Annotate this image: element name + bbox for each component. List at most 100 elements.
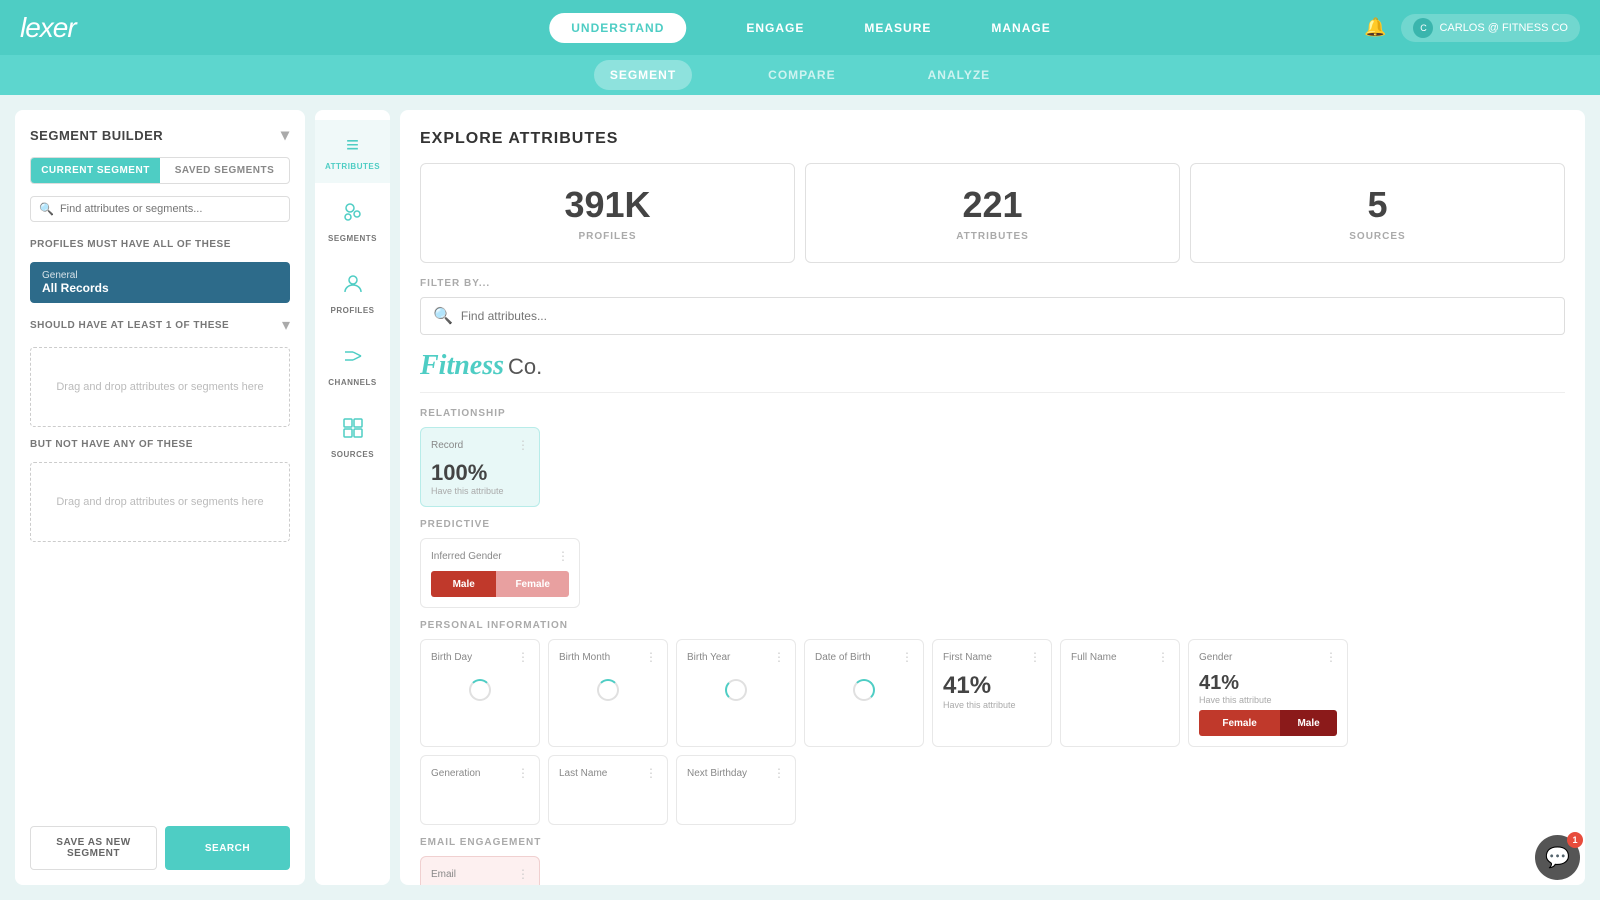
save-as-new-segment-button[interactable]: SAVE AS NEW SEGMENT bbox=[30, 826, 157, 870]
chat-badge: 1 bbox=[1567, 832, 1583, 848]
tab-compare[interactable]: COMPARE bbox=[752, 60, 851, 90]
full-name-menu-icon[interactable]: ⋮ bbox=[1157, 650, 1169, 664]
tab-segment[interactable]: SEGMENT bbox=[594, 60, 692, 90]
predictive-section-title: PREDICTIVE bbox=[420, 519, 1565, 530]
gender-female-segment: Female bbox=[1199, 710, 1280, 736]
user-badge[interactable]: C CARLOS @ FITNESS CO bbox=[1401, 14, 1580, 42]
attributes-icon: ≡ bbox=[346, 132, 359, 158]
gender-attr-label: Have this attribute bbox=[1199, 695, 1337, 705]
tab-saved-segments[interactable]: SAVED SEGMENTS bbox=[160, 158, 289, 183]
record-pct: 100% bbox=[431, 460, 529, 486]
tag-title: All Records bbox=[42, 281, 278, 295]
birth-year-menu-icon[interactable]: ⋮ bbox=[773, 650, 785, 664]
sources-icon bbox=[341, 416, 365, 446]
search-button[interactable]: SEARCH bbox=[165, 826, 290, 870]
first-name-menu-icon[interactable]: ⋮ bbox=[1029, 650, 1041, 664]
birth-day-card[interactable]: Birth Day ⋮ bbox=[420, 639, 540, 747]
attributes-count: 221 bbox=[826, 184, 1159, 226]
brand-name: Fitness Co. bbox=[420, 350, 1565, 382]
record-attr-card[interactable]: Record ⋮ 100% Have this attribute bbox=[420, 427, 540, 507]
last-name-card[interactable]: Last Name ⋮ bbox=[548, 755, 668, 825]
inferred-gender-card[interactable]: Inferred Gender ⋮ Male Female bbox=[420, 538, 580, 608]
nav-channels[interactable]: CHANNELS bbox=[315, 332, 390, 399]
email-cards: Email ⋮ bbox=[420, 856, 1565, 885]
stats-row: 391K PROFILES 221 ATTRIBUTES 5 SOURCES bbox=[420, 163, 1565, 263]
next-birthday-card[interactable]: Next Birthday ⋮ bbox=[676, 755, 796, 825]
birth-year-spinner bbox=[687, 672, 785, 707]
record-label: Record bbox=[431, 440, 463, 451]
drop-zone-hint-2: Drag and drop attributes or segments her… bbox=[56, 496, 263, 508]
nav-segments[interactable]: SEGMENTS bbox=[315, 188, 390, 255]
brand-script: Fitness bbox=[420, 350, 504, 382]
date-of-birth-card[interactable]: Date of Birth ⋮ bbox=[804, 639, 924, 747]
nav-attributes[interactable]: ≡ ATTRIBUTES bbox=[315, 120, 390, 183]
generation-menu-icon[interactable]: ⋮ bbox=[517, 766, 529, 780]
not-have-drop-zone[interactable]: Drag and drop attributes or segments her… bbox=[30, 462, 290, 542]
date-of-birth-menu-icon[interactable]: ⋮ bbox=[901, 650, 913, 664]
full-name-card[interactable]: Full Name ⋮ bbox=[1060, 639, 1180, 747]
profiles-count: 391K bbox=[441, 184, 774, 226]
tag-subtitle: General bbox=[42, 270, 278, 281]
top-navigation: lexer UNDERSTAND ENGAGE MEASURE MANAGE 🔔… bbox=[0, 0, 1600, 55]
explore-attributes-panel: EXPLORE ATTRIBUTES 391K PROFILES 221 ATT… bbox=[400, 110, 1585, 885]
filter-section: FILTER BY... 🔍 bbox=[420, 278, 1565, 335]
brand-header: Fitness Co. bbox=[420, 350, 1565, 393]
attributes-stat-card: 221 ATTRIBUTES bbox=[805, 163, 1180, 263]
personal-cards-row2: Generation ⋮ Last Name ⋮ Next Birthday ⋮ bbox=[420, 755, 1565, 825]
record-card-header: Record ⋮ bbox=[431, 438, 529, 452]
segments-icon bbox=[341, 200, 365, 230]
sources-stat-card: 5 SOURCES bbox=[1190, 163, 1565, 263]
tab-analyze[interactable]: ANALYZE bbox=[912, 60, 1007, 90]
should-have-drop-zone[interactable]: Drag and drop attributes or segments her… bbox=[30, 347, 290, 427]
all-records-tag[interactable]: General All Records bbox=[30, 262, 290, 303]
explore-title: EXPLORE ATTRIBUTES bbox=[420, 130, 1565, 148]
filter-search-icon: 🔍 bbox=[433, 306, 453, 326]
gender-menu-icon[interactable]: ⋮ bbox=[1325, 650, 1337, 664]
chat-bubble-button[interactable]: 💬 1 bbox=[1535, 835, 1580, 880]
first-name-card[interactable]: First Name ⋮ 41% Have this attribute bbox=[932, 639, 1052, 747]
chevron-down-icon-2[interactable]: ▾ bbox=[282, 315, 290, 335]
inf-female-segment: Female bbox=[496, 571, 569, 597]
gender-card[interactable]: Gender ⋮ 41% Have this attribute Female … bbox=[1188, 639, 1348, 747]
generation-card[interactable]: Generation ⋮ bbox=[420, 755, 540, 825]
engage-link[interactable]: ENGAGE bbox=[746, 21, 804, 35]
segment-builder-header: SEGMENT BUILDER ▾ bbox=[30, 125, 290, 145]
record-sub: Have this attribute bbox=[431, 486, 529, 496]
channels-label: CHANNELS bbox=[328, 378, 376, 387]
measure-link[interactable]: MEASURE bbox=[864, 21, 931, 35]
birth-year-card[interactable]: Birth Year ⋮ bbox=[676, 639, 796, 747]
not-have-label: BUT NOT HAVE ANY OF THESE bbox=[30, 439, 193, 450]
segment-builder-panel: SEGMENT BUILDER ▾ CURRENT SEGMENT SAVED … bbox=[15, 110, 305, 885]
tab-current-segment[interactable]: CURRENT SEGMENT bbox=[31, 158, 160, 183]
chevron-down-icon[interactable]: ▾ bbox=[281, 125, 290, 145]
filter-search-input[interactable] bbox=[461, 309, 1552, 323]
birth-month-card[interactable]: Birth Month ⋮ bbox=[548, 639, 668, 747]
birth-month-menu-icon[interactable]: ⋮ bbox=[645, 650, 657, 664]
brand-co: Co. bbox=[508, 354, 542, 380]
chat-icon: 💬 bbox=[1545, 845, 1570, 870]
profiles-icon bbox=[341, 272, 365, 302]
predictive-cards: Inferred Gender ⋮ Male Female bbox=[420, 538, 1565, 608]
segment-builder-title: SEGMENT BUILDER bbox=[30, 128, 163, 143]
sub-navigation: SEGMENT COMPARE ANALYZE bbox=[0, 55, 1600, 95]
app-logo: lexer bbox=[20, 12, 76, 44]
relationship-section-title: RELATIONSHIP bbox=[420, 408, 1565, 419]
avatar: C bbox=[1413, 18, 1433, 38]
personal-section-title: PERSONAL INFORMATION bbox=[420, 620, 1565, 631]
last-name-menu-icon[interactable]: ⋮ bbox=[645, 766, 657, 780]
bell-icon[interactable]: 🔔 bbox=[1364, 17, 1386, 38]
record-menu-icon[interactable]: ⋮ bbox=[517, 438, 529, 452]
birth-month-spinner bbox=[559, 672, 657, 707]
understand-button[interactable]: UNDERSTAND bbox=[549, 13, 686, 43]
birth-day-menu-icon[interactable]: ⋮ bbox=[517, 650, 529, 664]
search-input[interactable] bbox=[60, 203, 281, 215]
email-menu-icon[interactable]: ⋮ bbox=[517, 867, 529, 881]
nav-profiles[interactable]: PROFILES bbox=[315, 260, 390, 327]
main-layout: SEGMENT BUILDER ▾ CURRENT SEGMENT SAVED … bbox=[0, 95, 1600, 900]
nav-sources[interactable]: SOURCES bbox=[315, 404, 390, 471]
inferred-gender-menu-icon[interactable]: ⋮ bbox=[557, 549, 569, 563]
inf-male-segment: Male bbox=[431, 571, 496, 597]
email-card[interactable]: Email ⋮ bbox=[420, 856, 540, 885]
next-birthday-menu-icon[interactable]: ⋮ bbox=[773, 766, 785, 780]
manage-link[interactable]: MANAGE bbox=[991, 21, 1050, 35]
